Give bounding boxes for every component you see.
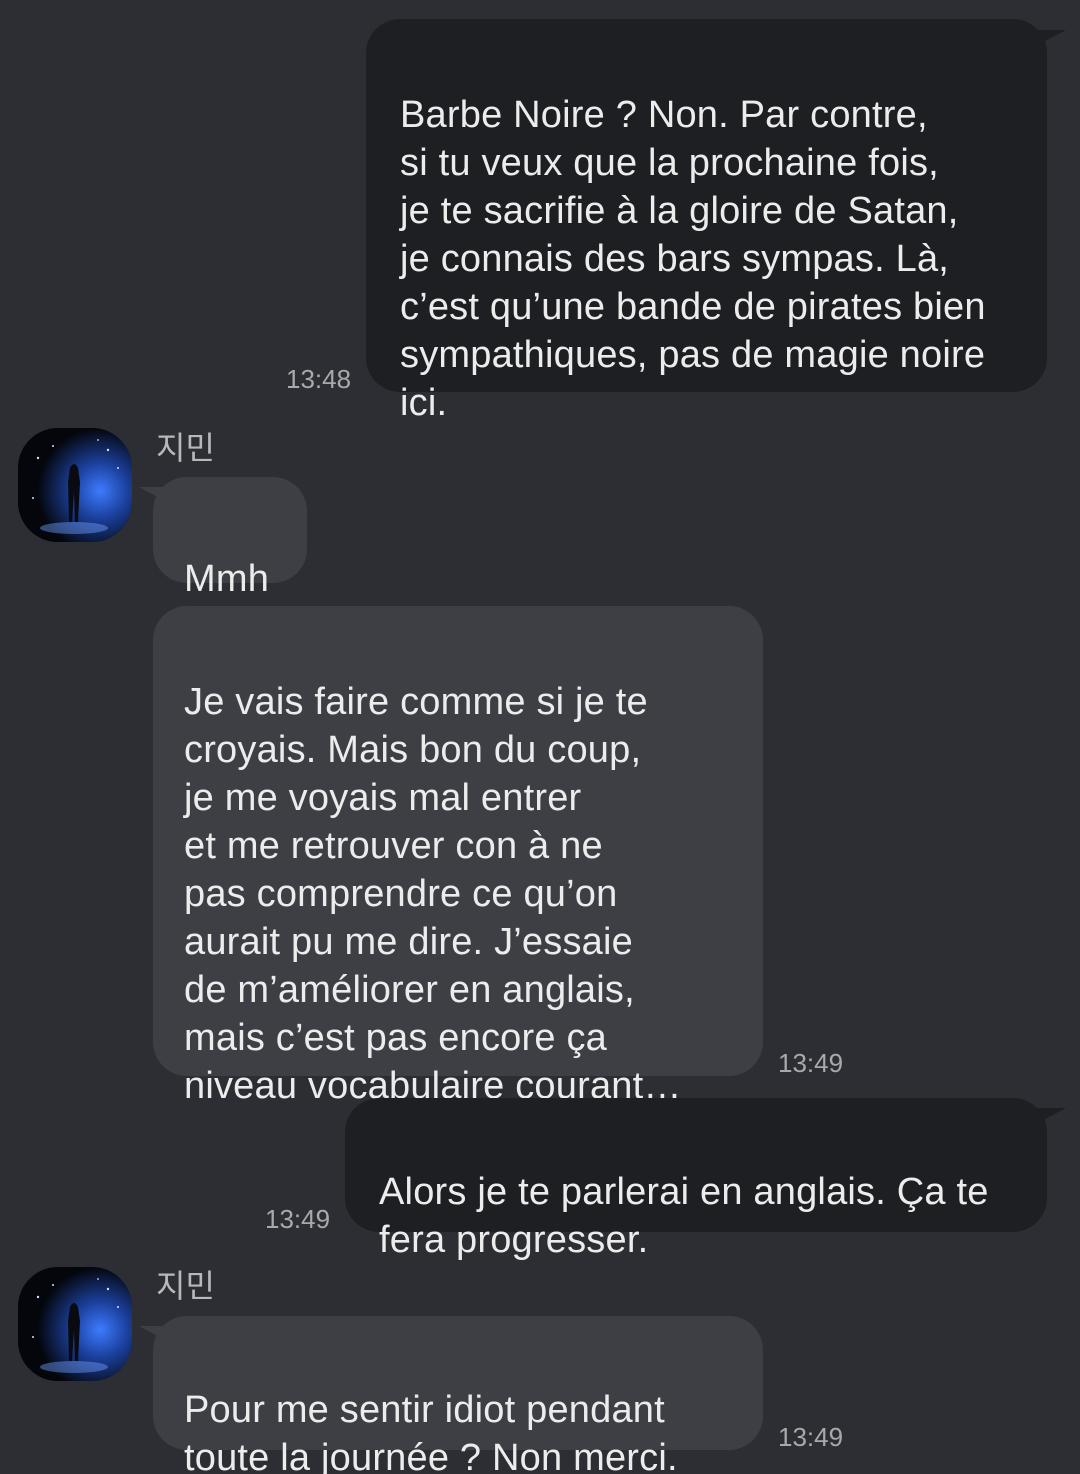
contact-avatar[interactable]	[18, 428, 132, 542]
bubble-tail	[1036, 1108, 1066, 1124]
message-text: Je vais faire comme si je te croyais. Ma…	[184, 681, 682, 1107]
contact-avatar[interactable]	[18, 1267, 132, 1381]
message-timestamp: 13:49	[778, 1422, 844, 1452]
message-bubble-outgoing[interactable]: Alors je te parlerai en anglais. Ça te f…	[345, 1098, 1047, 1261]
sender-name: 지민	[156, 1268, 215, 1304]
bubble-tail	[139, 487, 169, 503]
profile-photo-icon	[18, 1267, 132, 1381]
message-text: Barbe Noire ? Non. Par contre, si tu veu…	[400, 94, 986, 424]
message-bubble-incoming[interactable]: Pour me sentir idiot pendant toute la jo…	[153, 1316, 763, 1474]
message-text: Alors je te parlerai en anglais. Ça te f…	[379, 1171, 989, 1261]
message-text: Mmh	[184, 558, 270, 600]
message-bubble-incoming[interactable]: Je vais faire comme si je te croyais. Ma…	[153, 606, 763, 1107]
sender-name: 지민	[156, 430, 215, 466]
message-timestamp: 13:49	[265, 1204, 331, 1234]
message-text: Pour me sentir idiot pendant toute la jo…	[184, 1389, 678, 1474]
bubble-tail	[139, 1326, 169, 1342]
chat-thread[interactable]: Barbe Noire ? Non. Par contre, si tu veu…	[0, 0, 1080, 1474]
message-timestamp: 13:48	[286, 364, 352, 394]
bubble-tail	[1036, 30, 1066, 46]
profile-photo-icon	[18, 428, 132, 542]
message-bubble-outgoing[interactable]: Barbe Noire ? Non. Par contre, si tu veu…	[366, 19, 1047, 424]
message-timestamp: 13:49	[778, 1048, 844, 1078]
message-bubble-incoming[interactable]: Mmh	[153, 477, 307, 600]
